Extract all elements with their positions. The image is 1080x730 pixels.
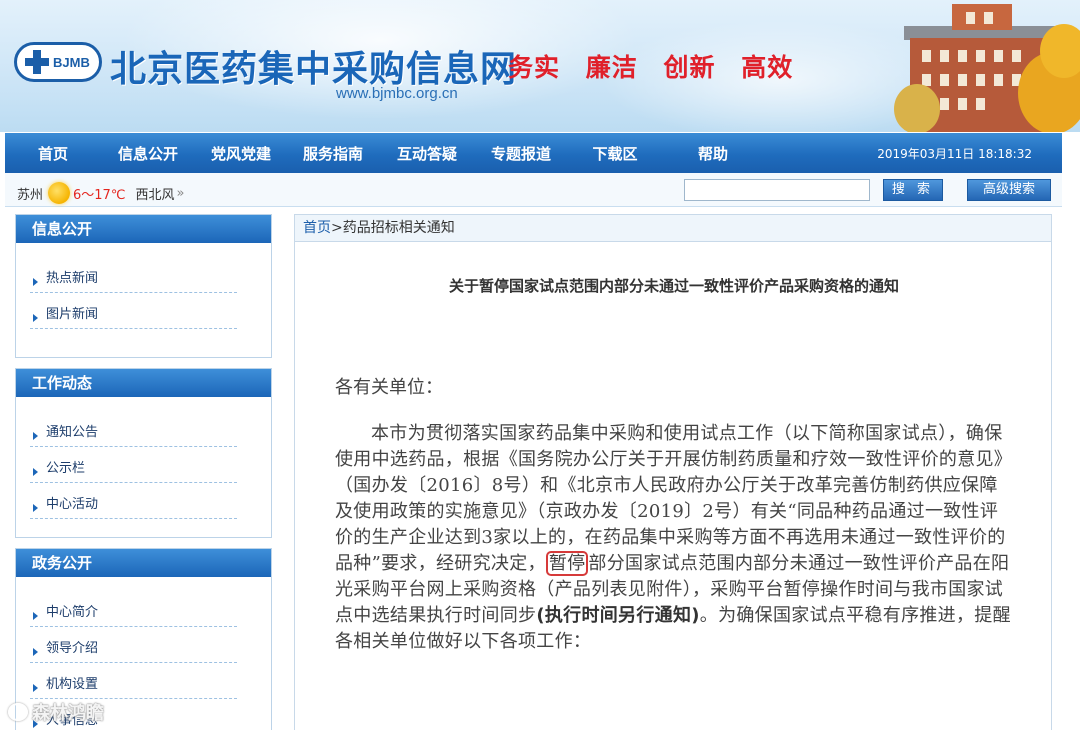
site-url: www.bjmbc.org.cn <box>336 85 458 102</box>
triangle-right-icon <box>33 432 38 440</box>
weather-temp: 6～17℃ <box>73 187 126 203</box>
sidebar-item-photo-news[interactable]: 图片新闻 <box>30 293 237 329</box>
article-title: 关于暂停国家试点范围内部分未通过一致性评价产品采购资格的通知 <box>448 277 899 295</box>
slogan-word: 创新 <box>663 53 716 82</box>
highlighted-word: 暂停 <box>545 551 589 576</box>
main-nav: 首页 信息公开 党风党建 服务指南 互动答疑 专题报道 下载区 帮助 2019年… <box>5 133 1062 173</box>
logo-abbr: BJMB <box>53 54 90 70</box>
sidebar-item-organization[interactable]: 机构设置 <box>30 663 237 699</box>
sidebar: 信息公开 热点新闻 图片新闻 工作动态 通知公告 公示栏 中心活动 政务公开 中… <box>15 214 272 730</box>
slogan-word: 高效 <box>741 53 794 82</box>
watermark: 森林鸿瞻 <box>8 699 104 725</box>
chevron-right-icon[interactable]: » <box>176 186 184 201</box>
building-image <box>894 0 1080 132</box>
triangle-right-icon <box>33 612 38 620</box>
sidebar-section-info-public: 信息公开 热点新闻 图片新闻 <box>15 214 272 358</box>
nav-item-home[interactable]: 首页 <box>5 143 101 164</box>
weather-city: 苏州 <box>17 187 44 203</box>
nav-datetime: 2019年03月11日 18:18:32 <box>877 147 1032 161</box>
triangle-right-icon <box>33 684 38 692</box>
nav-item-special-report[interactable]: 专题报道 <box>475 143 567 164</box>
sun-icon <box>48 182 71 204</box>
triangle-right-icon <box>33 278 38 286</box>
sidebar-item-hot-news[interactable]: 热点新闻 <box>30 257 237 293</box>
watermark-logo-icon <box>8 703 28 721</box>
triangle-right-icon <box>33 504 38 512</box>
sidebar-section-work-news: 工作动态 通知公告 公示栏 中心活动 <box>15 368 272 538</box>
medical-cross-icon <box>25 50 49 74</box>
nav-item-info-public[interactable]: 信息公开 <box>101 143 195 164</box>
info-bar: 苏州 6～17℃ 西北风 » 搜 索 高级搜索 <box>5 173 1062 207</box>
search-input[interactable] <box>684 179 870 201</box>
triangle-right-icon <box>33 468 38 476</box>
slogan: 务实 廉洁 创新 高效 <box>508 48 809 84</box>
sidebar-section-title[interactable]: 信息公开 <box>16 215 271 243</box>
nav-item-party[interactable]: 党风党建 <box>195 143 287 164</box>
breadcrumb-separator: > <box>331 220 343 236</box>
article-panel: 首页>药品招标相关通知 关于暂停国家试点范围内部分未通过一致性评价产品采购资格的… <box>294 214 1052 730</box>
nav-item-qa[interactable]: 互动答疑 <box>379 143 475 164</box>
triangle-right-icon <box>33 648 38 656</box>
nav-item-help[interactable]: 帮助 <box>663 143 763 164</box>
sidebar-section-title[interactable]: 工作动态 <box>16 369 271 397</box>
nav-item-service-guide[interactable]: 服务指南 <box>287 143 379 164</box>
slogan-word: 廉洁 <box>585 53 638 82</box>
sidebar-item-notices[interactable]: 通知公告 <box>30 411 237 447</box>
weather-wind: 西北风 <box>135 187 175 203</box>
sidebar-item-bulletin[interactable]: 公示栏 <box>30 447 237 483</box>
watermark-text: 森林鸿瞻 <box>32 703 104 724</box>
breadcrumb-current: 药品招标相关通知 <box>342 220 455 236</box>
advanced-search-button[interactable]: 高级搜索 <box>967 179 1051 201</box>
sidebar-section-title[interactable]: 政务公开 <box>16 549 271 577</box>
search-button[interactable]: 搜 索 <box>883 179 943 201</box>
body-bold-note: (执行时间另行通知) <box>536 605 700 626</box>
breadcrumb-home-link[interactable]: 首页 <box>303 220 331 236</box>
body-text: 本市为贯彻落实国家药品集中采购和使用试点工作（以下简称国家试点），确保使用中选药… <box>335 423 1013 574</box>
breadcrumb: 首页>药品招标相关通知 <box>295 215 1051 242</box>
weather-widget[interactable]: 苏州 6～17℃ 西北风 » <box>17 182 184 204</box>
nav-item-download[interactable]: 下载区 <box>567 143 663 164</box>
sidebar-item-center-activities[interactable]: 中心活动 <box>30 483 237 519</box>
sidebar-item-center-intro[interactable]: 中心简介 <box>30 591 237 627</box>
triangle-right-icon <box>33 314 38 322</box>
site-logo[interactable]: BJMB <box>14 42 102 82</box>
site-banner: BJMB 北京医药集中采购信息网 www.bjmbc.org.cn 务实 廉洁 … <box>0 0 1080 132</box>
article-salutation: 各有关单位： <box>335 377 443 398</box>
article-body: 本市为贯彻落实国家药品集中采购和使用试点工作（以下简称国家试点），确保使用中选药… <box>335 421 1015 655</box>
slogan-word: 务实 <box>508 53 561 82</box>
sidebar-item-leadership[interactable]: 领导介绍 <box>30 627 237 663</box>
